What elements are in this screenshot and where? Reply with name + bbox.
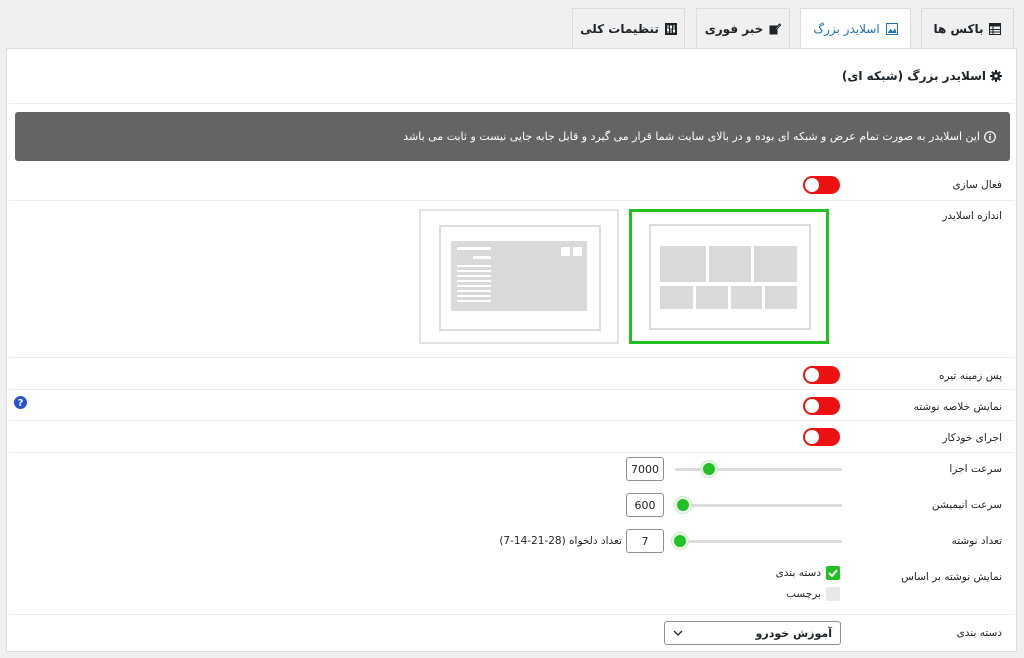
tab-label: تنظیمات کلی	[580, 21, 659, 36]
divider	[9, 103, 1014, 104]
anim-speed-input[interactable]: 600	[626, 493, 664, 517]
image-icon	[885, 23, 898, 35]
slider-size-label: اندازه اسلایدر	[942, 210, 1002, 222]
dark-bg-label: پس زمینه تیره	[938, 370, 1002, 382]
autoplay-label: اجرای خودکار	[942, 432, 1002, 444]
divider	[9, 389, 1014, 390]
info-icon	[984, 130, 996, 143]
full-preview-graphic	[451, 241, 587, 311]
full-preview	[439, 225, 601, 331]
notice-text: این اسلایدر به صورت تمام عرض و شبکه ای ب…	[403, 130, 980, 143]
anim-speed-label: سرعت انیمیشن	[931, 499, 1002, 511]
check-icon	[828, 569, 838, 578]
gear-icon	[990, 70, 1002, 82]
tab-breaking-news[interactable]: خبر فوری	[696, 8, 790, 48]
tab-boxes[interactable]: باکس ها	[921, 8, 1014, 48]
anim-speed-slider-thumb[interactable]	[675, 497, 691, 513]
tab-general-settings[interactable]: تنظیمات کلی	[572, 8, 685, 48]
tag-checkbox[interactable]	[826, 587, 840, 601]
excerpt-label: نمایش خلاصه نوشته	[913, 401, 1002, 413]
activate-toggle[interactable]	[803, 176, 840, 194]
post-count-label: تعداد نوشته	[951, 535, 1002, 547]
notice-box: این اسلایدر به صورت تمام عرض و شبکه ای ب…	[15, 112, 1010, 161]
chevron-down-icon	[673, 630, 683, 636]
grid-preview-graphic	[660, 246, 797, 309]
tag-option-label: برچسب	[786, 588, 821, 600]
tab-label: اسلایدر بزرگ	[813, 22, 880, 36]
show-by-label: نمایش نوشته بر اساس	[901, 571, 1002, 583]
help-icon[interactable]: ?	[14, 396, 27, 409]
panel-title: اسلایدر بزرگ (شبکه ای)	[842, 69, 1002, 83]
dark-bg-toggle[interactable]	[803, 366, 840, 384]
activate-label: فعال سازی	[952, 179, 1002, 191]
speed-label: سرعت اجرا	[949, 463, 1002, 475]
divider	[9, 452, 1014, 453]
post-count-slider-thumb[interactable]	[672, 533, 688, 549]
sliders-icon	[664, 22, 677, 35]
divider	[9, 420, 1014, 421]
speed-slider-thumb[interactable]	[701, 461, 717, 477]
excerpt-toggle[interactable]	[803, 397, 840, 415]
divider	[9, 614, 1014, 615]
category-select[interactable]: آموزش خودرو	[664, 621, 841, 645]
category-select-value: آموزش خودرو	[755, 626, 832, 640]
tab-label: خبر فوری	[704, 21, 764, 36]
layout-option-full[interactable]	[419, 209, 619, 344]
tab-label: باکس ها	[933, 21, 984, 36]
category-label: دسته بندی	[956, 627, 1002, 639]
layout-option-grid[interactable]	[629, 209, 829, 344]
svg-text:?: ?	[18, 398, 24, 409]
autoplay-toggle[interactable]	[803, 428, 840, 446]
pen-icon	[769, 22, 782, 34]
post-count-input[interactable]: 7	[626, 529, 664, 553]
category-checkbox[interactable]	[826, 566, 840, 580]
settings-panel: اسلایدر بزرگ (شبکه ای) این اسلایدر به صو…	[6, 48, 1017, 652]
tab-big-slider[interactable]: اسلایدر بزرگ	[800, 8, 911, 49]
post-count-hint: تعداد دلخواه (28-21-14-7)	[499, 535, 622, 547]
table-icon	[989, 22, 1002, 35]
post-count-slider-track[interactable]	[675, 540, 842, 543]
grid-preview	[649, 224, 811, 330]
category-option-label: دسته بندی	[775, 567, 821, 579]
divider	[9, 200, 1014, 201]
anim-speed-slider-track[interactable]	[675, 504, 842, 507]
speed-input[interactable]: 7000	[626, 457, 664, 481]
divider	[9, 357, 1014, 358]
